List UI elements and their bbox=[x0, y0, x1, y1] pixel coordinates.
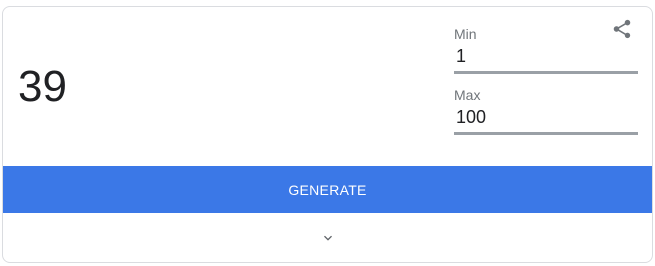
max-label: Max bbox=[454, 87, 481, 103]
min-label: Min bbox=[454, 26, 477, 42]
min-input[interactable] bbox=[454, 42, 638, 74]
max-input[interactable] bbox=[454, 103, 638, 135]
random-number-card: 39 Min Max GENERATE bbox=[2, 6, 653, 263]
generate-button[interactable]: GENERATE bbox=[3, 166, 652, 213]
expand-button[interactable] bbox=[3, 213, 652, 262]
min-field: Min bbox=[454, 26, 638, 74]
max-field: Max bbox=[454, 87, 638, 135]
random-number-result: 39 bbox=[18, 62, 67, 111]
chevron-down-icon bbox=[323, 235, 332, 241]
